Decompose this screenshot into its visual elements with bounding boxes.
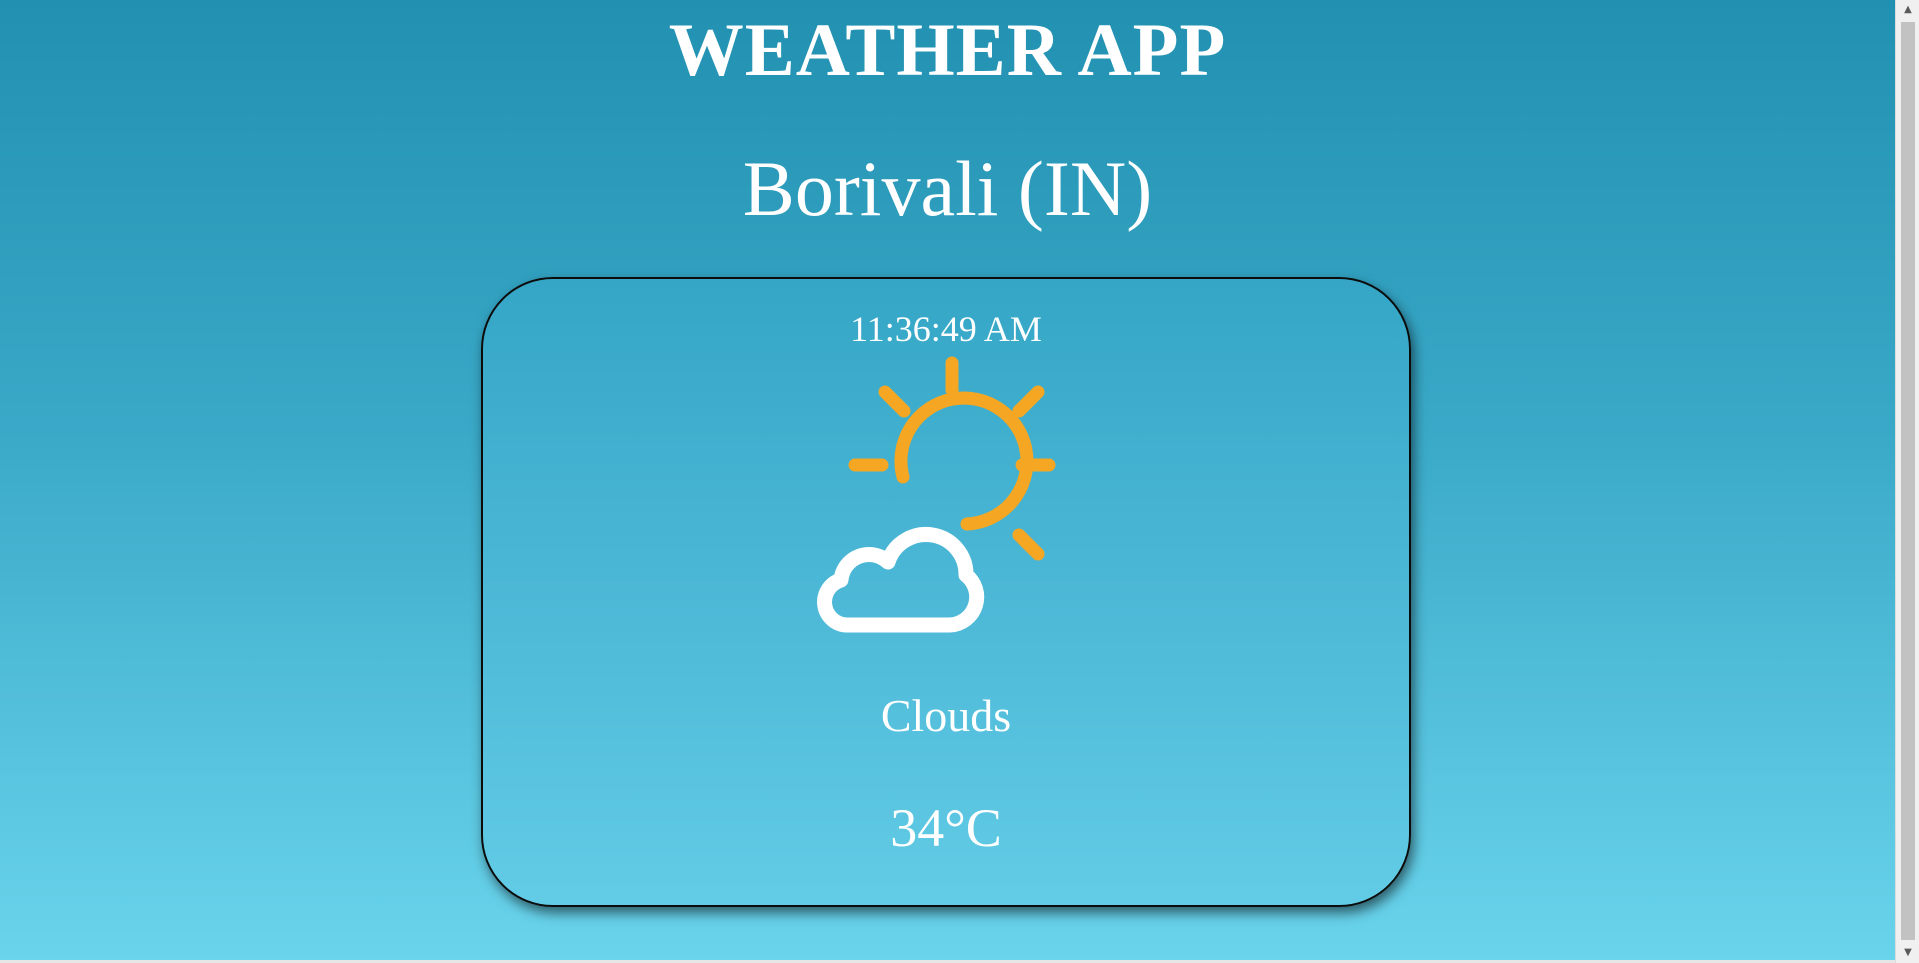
current-time: 11:36:49 AM (850, 309, 1042, 349)
chevron-up-icon[interactable]: ▲ (1896, 0, 1919, 20)
vertical-scrollbar[interactable]: ▲ ▼ (1895, 0, 1919, 963)
partly-cloudy-icon (790, 354, 1090, 654)
app-viewport: WEATHER APP Borivali (IN) 11:36:49 AM Cl… (0, 0, 1895, 963)
scrollbar-thumb[interactable] (1901, 22, 1915, 940)
weather-condition: Clouds (880, 690, 1012, 741)
weather-card: 11:36:49 AM Clouds 34°C (481, 277, 1411, 907)
city-name: Borivali (IN) (742, 145, 1153, 232)
chevron-down-icon[interactable]: ▼ (1896, 943, 1919, 963)
app-title: WEATHER APP (668, 9, 1227, 92)
temperature: 34°C (890, 798, 1002, 858)
